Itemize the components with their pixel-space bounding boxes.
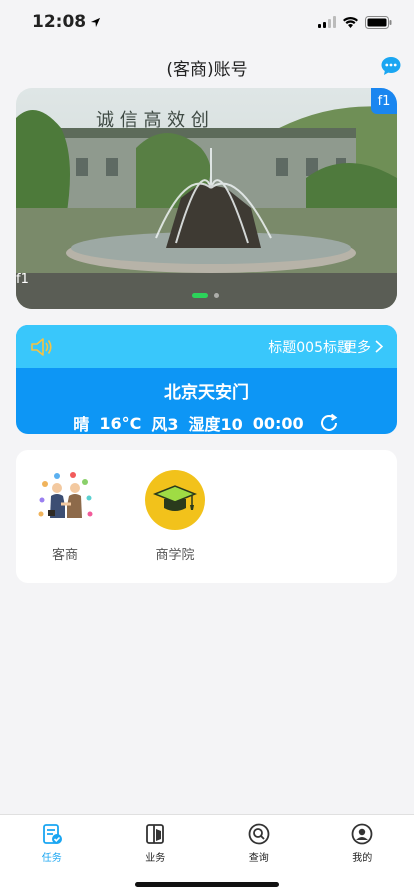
notice-text[interactable]: 标题005标题 <box>268 337 351 357</box>
banner-sign-text: 诚 信 高 效 创 <box>96 110 209 131</box>
speaker-icon <box>31 337 52 356</box>
module-merchant-label: 客商 <box>51 548 78 563</box>
tab-task-label: 任务 <box>41 853 62 864</box>
weather-temperature: 16°C <box>99 413 142 433</box>
banner-image: 诚 信 高 效 创 <box>16 88 397 309</box>
weather-wind: 风3 <box>151 415 179 434</box>
more-link[interactable]: 更多 <box>343 337 383 357</box>
pagination-dot-active <box>192 293 208 298</box>
module-merchant[interactable]: 客商 <box>30 470 100 583</box>
weather-condition: 晴 <box>73 415 90 434</box>
banner-carousel[interactable]: 诚 信 高 效 创 f1 <box>16 88 397 309</box>
module-grid: 客商 商学院 <box>16 450 397 583</box>
weather-city: 北京天安门 <box>164 383 249 403</box>
banner-tag: f1 <box>371 88 397 114</box>
graduation-cap-icon <box>145 470 205 530</box>
signal-icon <box>318 16 336 28</box>
weather-details: 晴 16°C 风3 湿度10 00:00 <box>16 411 397 434</box>
tab-profile-label: 我的 <box>352 853 373 864</box>
chevron-right-icon <box>375 340 383 353</box>
page-title: (客商)账号 <box>166 59 248 80</box>
wifi-icon <box>343 17 358 28</box>
more-label: 更多 <box>343 339 371 356</box>
home-indicator <box>135 882 279 887</box>
weather-card: 标题005标题 更多 北京天安门 晴 16°C 风3 湿度10 00:00 <box>16 325 397 434</box>
banner-pagination <box>192 293 219 298</box>
module-academy[interactable]: 商学院 <box>140 470 210 583</box>
tab-profile[interactable]: 我的 <box>311 815 414 896</box>
battery-icon <box>365 15 392 29</box>
banner-caption: f1 <box>16 272 29 287</box>
business-icon <box>146 824 165 844</box>
navigation-header: (客商)账号 <box>0 50 414 84</box>
status-time-text: 12:08 <box>32 12 87 32</box>
weather-time: 00:00 <box>252 413 304 433</box>
weather-humidity: 湿度10 <box>188 415 243 434</box>
tab-business-label: 业务 <box>145 853 166 864</box>
location-arrow-icon <box>91 17 101 27</box>
task-icon <box>42 824 62 844</box>
status-bar: 12:08 <box>0 0 414 44</box>
status-time: 12:08 <box>32 12 101 32</box>
tab-search-label: 查询 <box>248 853 269 864</box>
chat-icon[interactable] <box>380 55 402 77</box>
profile-icon <box>351 823 373 845</box>
refresh-icon[interactable] <box>318 412 340 434</box>
notice-bar[interactable]: 标题005标题 更多 <box>16 325 397 368</box>
tab-task[interactable]: 任务 <box>0 815 104 896</box>
pagination-dot <box>214 293 219 298</box>
handshake-icon <box>38 472 93 518</box>
search-icon <box>248 823 270 845</box>
status-indicators <box>318 15 392 29</box>
module-academy-label: 商学院 <box>155 548 195 563</box>
